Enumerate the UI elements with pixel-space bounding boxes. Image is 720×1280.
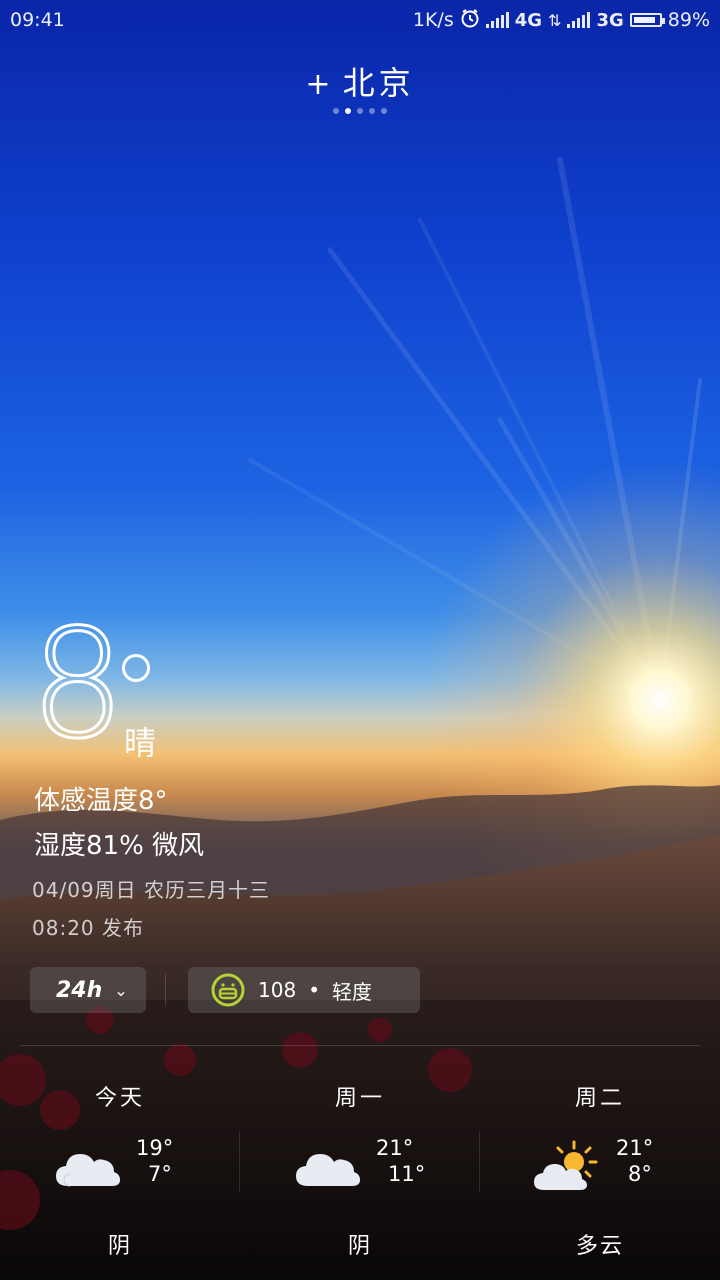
network-type-1: 4G [514,9,543,31]
degree-symbol [122,654,150,682]
city-name[interactable]: 北京 [343,64,415,102]
page-dot [381,108,387,114]
forecast-day-tue[interactable]: 周二 21° 8° 多云 [480,1080,720,1260]
aqi-level: 轻度 [331,979,372,1004]
alarm-icon [460,8,480,33]
network-speed: 1K/s [412,9,454,31]
signal-icon [485,12,509,28]
forecast-condition: 阴 [347,1234,372,1259]
status-icons: 1K/s 4G ⇅ 3G 89% [413,8,710,33]
page-dot [345,108,351,114]
chip-divider [165,974,166,1006]
chevron-down-icon: ⌄ [114,980,128,1000]
forecast-day-mon[interactable]: 周一 21° 11° 阴 [240,1080,480,1260]
forecast-high: 21° [616,1136,654,1160]
hourly-label: 24h [56,977,103,1003]
feels-like: 体感温度8° [34,786,168,816]
data-arrows-icon: ⇅ [548,10,562,30]
forecast-low: 8° [628,1162,652,1186]
humidity-wind: 湿度81% 微风 [34,831,205,861]
forecast-day-today[interactable]: 今天 19° 7° 阴 [0,1080,240,1260]
forecast-day-label: 周一 [334,1086,385,1111]
signal-icon-2 [567,12,591,28]
forecast-low: 11° [388,1162,426,1186]
city-header: + 北京 [0,58,720,104]
forecast-high: 19° [136,1136,174,1160]
status-time: 09:41 [10,9,65,31]
battery-percent: 89% [667,9,710,31]
cloud-icon [56,1154,120,1187]
aqi-bullet: • [308,978,320,1002]
forecast-condition: 阴 [107,1234,132,1259]
forecast-day-label: 今天 [94,1086,145,1111]
current-temperature: 8 [28,598,126,772]
page-dot [333,108,339,114]
current-condition: 晴 [124,724,157,762]
hourly-forecast-button[interactable]: 24h ⌄ [30,967,146,1013]
add-city-icon[interactable]: + [305,67,334,102]
partly-sunny-icon [534,1140,598,1190]
page-dot [369,108,375,114]
current-temperature-block: 8 晴 [28,598,156,772]
status-bar: 09:41 1K/s 4G ⇅ 3G 89% [0,0,720,40]
forecast-day-label: 周二 [574,1086,625,1111]
cloud-icon [296,1154,360,1186]
battery-icon [629,13,665,27]
forecast-high: 21° [376,1136,414,1160]
forecast-low: 7° [148,1162,172,1186]
air-quality-button[interactable]: 108 • 轻度 [188,967,420,1013]
forecast-condition: 多云 [575,1234,624,1259]
page-indicator [0,108,720,114]
mask-face-icon [211,973,245,1007]
date-line: 04/09周日 农历三月十三 [32,878,270,902]
page-dot [357,108,363,114]
section-divider [20,1045,700,1046]
publish-time: 08:20 发布 [32,916,144,940]
aqi-value: 108 [258,978,297,1002]
network-type-2: 3G [596,9,624,31]
